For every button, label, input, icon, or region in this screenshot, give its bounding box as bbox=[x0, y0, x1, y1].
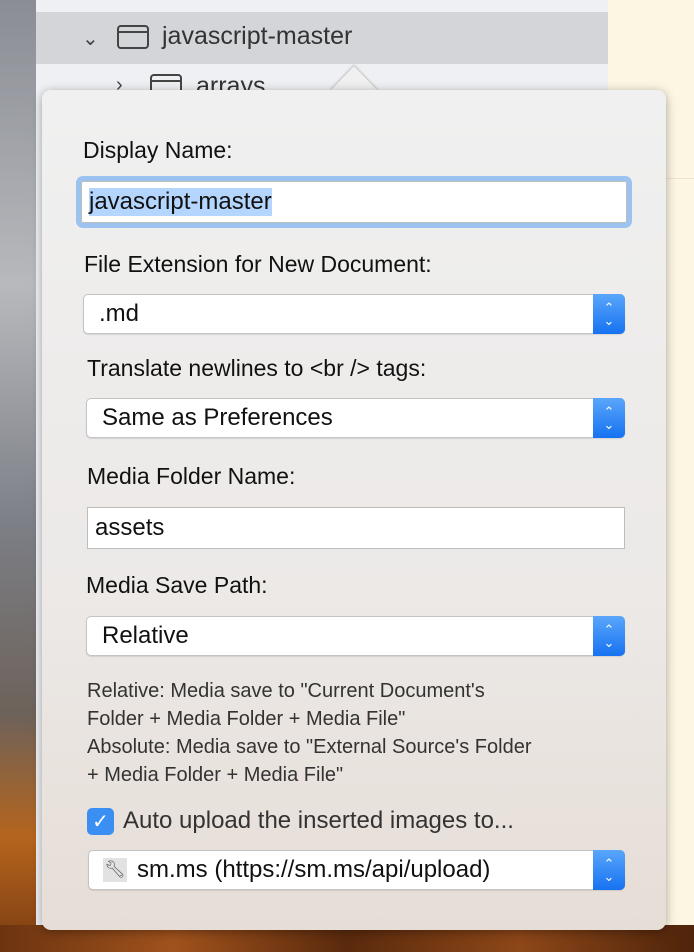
newlines-value: Same as Preferences bbox=[102, 404, 333, 431]
help-line: + Media Folder + Media File" bbox=[87, 764, 344, 786]
chevron-down-icon[interactable]: ⌄ bbox=[82, 26, 99, 51]
file-extension-select[interactable]: .md ⌃ ⌄ bbox=[83, 294, 625, 334]
display-name-label: Display Name: bbox=[83, 137, 233, 163]
display-name-input[interactable]: javascript-master bbox=[76, 176, 632, 228]
auto-upload-label[interactable]: Auto upload the inserted images to... bbox=[123, 807, 514, 835]
desktop-background bbox=[0, 0, 36, 952]
checkmark-icon: ✓ bbox=[92, 811, 109, 833]
media-folder-value: assets bbox=[95, 514, 165, 541]
up-down-chevron-icon[interactable]: ⌃ ⌄ bbox=[593, 850, 625, 890]
help-line: Folder + Media Folder + Media File" bbox=[87, 708, 406, 730]
newlines-select[interactable]: Same as Preferences ⌃ ⌄ bbox=[86, 398, 625, 438]
auto-upload-checkbox[interactable]: ✓ bbox=[87, 808, 114, 835]
media-folder-input[interactable]: assets bbox=[87, 507, 625, 549]
display-name-value: javascript-master bbox=[89, 188, 272, 216]
media-folder-label: Media Folder Name: bbox=[87, 463, 296, 489]
newlines-label: Translate newlines to <br /> tags: bbox=[87, 355, 427, 381]
folder-icon bbox=[117, 25, 149, 49]
help-line: Relative: Media save to "Current Documen… bbox=[87, 680, 485, 702]
up-down-chevron-icon[interactable]: ⌃ ⌄ bbox=[593, 398, 625, 438]
media-save-path-label: Media Save Path: bbox=[86, 572, 268, 598]
up-down-chevron-icon[interactable]: ⌃ ⌄ bbox=[593, 616, 625, 656]
help-line: Absolute: Media save to "External Source… bbox=[87, 736, 532, 758]
file-extension-value: .md bbox=[99, 300, 140, 327]
file-extension-label: File Extension for New Document: bbox=[84, 251, 432, 277]
media-save-path-select[interactable]: Relative ⌃ ⌄ bbox=[86, 616, 625, 656]
upload-service-select[interactable]: 🔧︎ sm.ms (https://sm.ms/api/upload) ⌃ ⌄ bbox=[88, 850, 625, 890]
media-save-path-value: Relative bbox=[102, 622, 189, 649]
upload-service-value: sm.ms (https://sm.ms/api/upload) bbox=[137, 856, 491, 883]
up-down-chevron-icon[interactable]: ⌃ ⌄ bbox=[593, 294, 625, 334]
wrench-icon: 🔧︎ bbox=[103, 858, 127, 882]
sidebar-item-label: javascript-master bbox=[162, 22, 353, 50]
media-save-path-help: Relative: Media save to "Current Documen… bbox=[87, 677, 531, 789]
popover-arrow bbox=[330, 66, 378, 91]
